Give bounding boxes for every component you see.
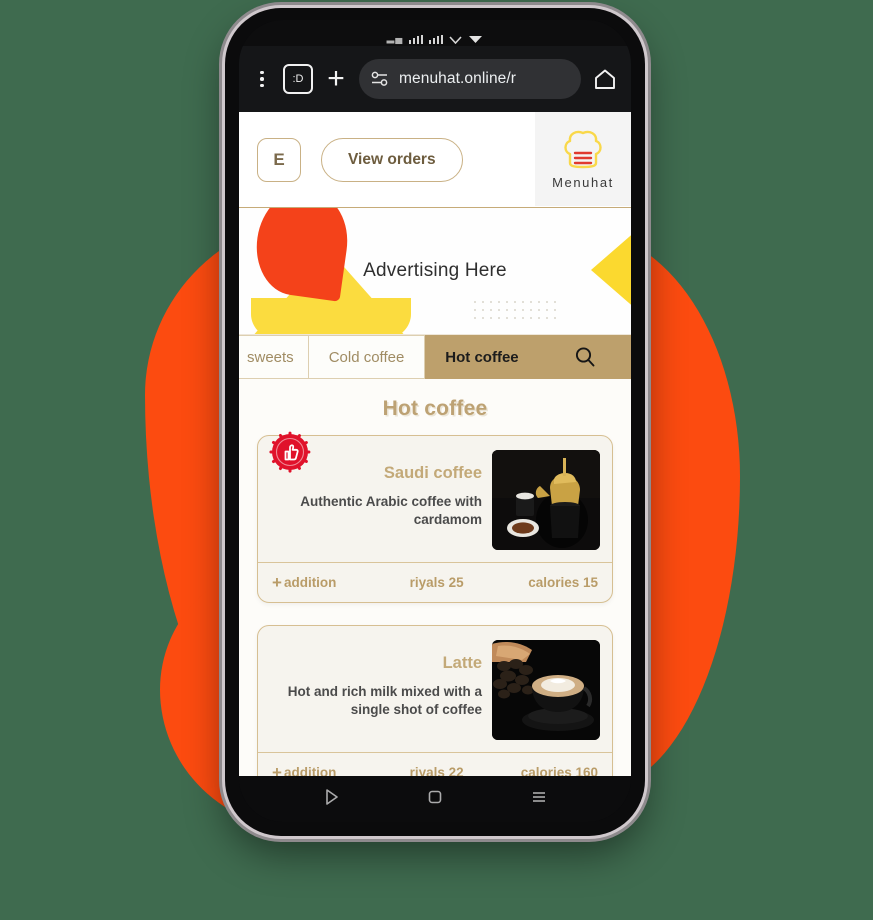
- product-card-saudi-coffee[interactable]: Saudi coffee Authentic Arabic coffee wit…: [257, 431, 613, 603]
- search-icon: [575, 347, 595, 367]
- product-card-footer: + addition riyals 22 calories 160: [258, 752, 612, 776]
- tab-hot-coffee[interactable]: Hot coffee: [425, 335, 540, 379]
- status-bar: ▂▄: [239, 20, 631, 46]
- home-icon[interactable]: [424, 786, 446, 813]
- advertising-text: Advertising Here: [363, 260, 507, 281]
- tab-cold-coffee[interactable]: Cold coffee: [308, 335, 426, 379]
- web-page-content: E View orders Menuhat Advertising Here s…: [239, 112, 631, 776]
- cellular-bars-icon-2: [429, 35, 444, 44]
- product-text: Latte Hot and rich milk mixed with a sin…: [270, 640, 492, 719]
- home-icon: [595, 69, 615, 89]
- product-calories: calories 160: [520, 765, 598, 776]
- category-tabs: sweets Cold coffee Hot coffee: [239, 335, 631, 379]
- product-card-latte[interactable]: Latte Hot and rich milk mixed with a sin…: [257, 625, 613, 776]
- addition-label: addition: [283, 765, 337, 776]
- product-description: Authentic Arabic coffee with cardamom: [300, 494, 482, 528]
- tab-sweets[interactable]: sweets: [239, 335, 309, 379]
- chef-hat-icon: [564, 130, 602, 168]
- android-nav-bar: [239, 776, 631, 822]
- view-orders-button[interactable]: View orders: [321, 137, 463, 182]
- avatar[interactable]: E: [257, 137, 301, 182]
- product-image: [492, 640, 600, 740]
- product-card-footer: + addition riyals 25 calories 15: [258, 562, 612, 602]
- ad-shape-yellow-base: [251, 298, 411, 334]
- wifi-icon: [449, 36, 462, 44]
- product-name: Latte: [442, 654, 482, 672]
- screenshot-stage: ▂▄ :D + menuhat.online/r E View orders M…: [0, 0, 873, 920]
- plus-icon: +: [272, 572, 282, 592]
- page-title: Hot coffee: [382, 397, 488, 420]
- browser-toolbar: :D + menuhat.online/r: [239, 46, 631, 112]
- cellular-bars-icon: [409, 35, 424, 44]
- site-settings-icon: [371, 71, 388, 86]
- product-description: Hot and rich milk mixed with a single sh…: [287, 684, 482, 718]
- ad-shape-dots: [471, 298, 557, 324]
- search-button[interactable]: [539, 335, 631, 379]
- signal-icon: ▂▄: [386, 33, 404, 44]
- brand-name: Menuhat: [552, 174, 614, 190]
- address-bar-url: menuhat.online/r: [399, 70, 517, 87]
- recents-icon[interactable]: [528, 786, 550, 813]
- advertising-banner[interactable]: Advertising Here: [239, 208, 631, 335]
- product-price: riyals 25: [409, 575, 464, 590]
- battery-icon: [469, 36, 483, 43]
- product-image: [492, 450, 600, 550]
- brand-logo[interactable]: Menuhat: [535, 112, 631, 206]
- plus-icon: +: [272, 762, 282, 777]
- product-calories: calories 15: [528, 575, 598, 590]
- new-tab-button[interactable]: +: [323, 64, 349, 94]
- back-icon[interactable]: [320, 786, 342, 813]
- address-bar[interactable]: menuhat.online/r: [359, 59, 581, 99]
- tab-switcher-button[interactable]: :D: [283, 64, 313, 94]
- browser-home-button[interactable]: [591, 65, 619, 93]
- site-header: E View orders Menuhat: [239, 112, 631, 208]
- add-addition-button[interactable]: + addition: [272, 572, 383, 592]
- product-list: Saudi coffee Authentic Arabic coffee wit…: [239, 431, 631, 776]
- phone-screen: ▂▄ :D + menuhat.online/r E View orders M…: [239, 20, 631, 822]
- product-price: riyals 22: [409, 765, 464, 776]
- kebab-menu-icon[interactable]: [251, 67, 273, 91]
- product-card-body: Latte Hot and rich milk mixed with a sin…: [258, 626, 612, 752]
- addition-label: addition: [283, 575, 337, 590]
- thumbs-up-badge: [268, 430, 312, 474]
- add-addition-button[interactable]: + addition: [272, 762, 383, 777]
- phone-mockup: ▂▄ :D + menuhat.online/r E View orders M…: [225, 8, 645, 836]
